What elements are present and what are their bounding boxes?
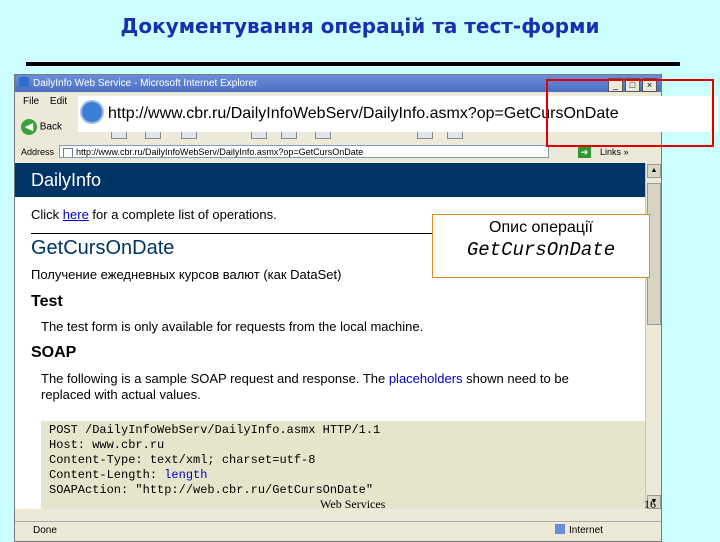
soap-text-end: shown need to be — [462, 371, 569, 386]
placeholders-label: placeholders — [388, 371, 463, 386]
status-bar: Done Internet — [15, 521, 661, 540]
internet-zone-icon — [555, 524, 565, 534]
soap-heading: SOAP — [31, 344, 77, 361]
length-placeholder: length — [164, 468, 208, 482]
back-button[interactable]: ◀ Back — [21, 119, 62, 135]
code-line: POST /DailyInfoWebServ/DailyInfo.asmx HT… — [49, 423, 381, 437]
address-label: Address — [21, 147, 55, 157]
code-line: Content-Length: length — [49, 468, 645, 483]
ie-logo-icon — [19, 77, 29, 87]
operation-divider — [31, 233, 451, 234]
soap-text-line-1: The following is a sample SOAP request a… — [41, 371, 569, 386]
callout-operation: GetCursOnDate — [466, 239, 616, 261]
code-line: Host: www.cbr.ru — [49, 438, 165, 452]
ie-globe-icon — [80, 100, 104, 124]
click-prefix: Click — [31, 207, 63, 222]
soap-text-start: The following is a sample SOAP request a… — [41, 371, 389, 386]
code-line: Content-Type: text/xml; charset=utf-8 — [49, 453, 316, 467]
status-text: Done — [33, 525, 57, 536]
zone-label: Internet — [569, 525, 603, 536]
soap-code-block: POST /DailyInfoWebServ/DailyInfo.asmx HT… — [41, 421, 645, 509]
callout-caption: Опис операції — [489, 219, 593, 236]
click-suffix: for a complete list of operations. — [88, 207, 277, 222]
back-label: Back — [39, 121, 63, 133]
operation-description: Получение ежедневных курсов валют (как D… — [31, 267, 342, 282]
address-input[interactable]: http://www.cbr.ru/DailyInfoWebServ/Daily… — [59, 145, 549, 158]
menu-edit[interactable]: Edit — [50, 96, 67, 107]
back-arrow-icon: ◀ — [21, 119, 37, 135]
go-button[interactable]: ➜ — [578, 146, 591, 158]
code-line-text: Content-Length: — [49, 468, 165, 482]
query-highlight-box — [546, 79, 714, 147]
operations-list-text: Click here for a complete list of operat… — [31, 207, 277, 222]
page-icon — [63, 148, 73, 157]
scroll-up-icon[interactable]: ▲ — [647, 164, 661, 178]
address-url: http://www.cbr.ru/DailyInfoWebServ/Daily… — [76, 147, 364, 157]
test-heading: Test — [31, 293, 63, 310]
slide-footer: Web Services — [320, 497, 386, 511]
operation-callout: Опис операції GetCursOnDate — [432, 214, 650, 278]
page-banner: DailyInfo — [15, 163, 645, 197]
security-zone: Internet — [555, 522, 603, 540]
slide-title: Документування операцій та тест-форми — [120, 14, 600, 38]
code-line: SOAPAction: "http://web.cbr.ru/GetCursOn… — [49, 483, 374, 497]
slide-page-number: 16 — [644, 497, 656, 511]
operations-link[interactable]: here — [63, 207, 89, 222]
menu-file[interactable]: File — [23, 96, 39, 107]
zoomed-url: http://www.cbr.ru/DailyInfoWebServ/Daily… — [108, 105, 619, 122]
test-text: The test form is only available for requ… — [41, 319, 424, 334]
soap-text-line-2: replaced with actual values. — [41, 387, 201, 402]
title-divider — [26, 62, 680, 66]
operation-heading: GetCursOnDate — [31, 237, 175, 259]
window-title: DailyInfo Web Service - Microsoft Intern… — [33, 78, 258, 89]
